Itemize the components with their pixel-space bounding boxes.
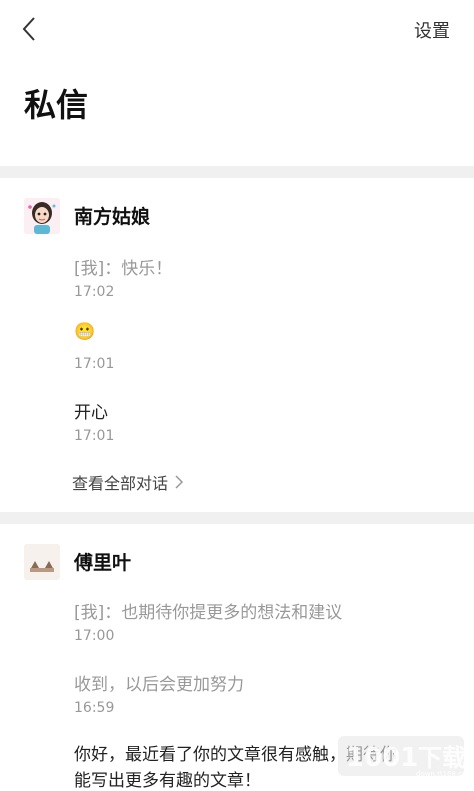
back-button[interactable]: [14, 14, 44, 44]
message-text: 能写出更多有趣的文章！: [74, 766, 261, 791]
contact-name[interactable]: 南方姑娘: [74, 202, 150, 229]
view-all-conversation-link[interactable]: 查看全部对话: [72, 470, 184, 494]
settings-button[interactable]: 设置: [414, 17, 450, 43]
girl-avatar-icon: [24, 198, 60, 234]
chevron-right-icon: [174, 475, 184, 489]
conversation-card[interactable]: 南方姑娘 [我]：快乐！ 17:02 😬 17:01 开心 17:01 查看全部…: [0, 198, 474, 508]
section-divider: [0, 512, 474, 524]
message-emoji: 😬: [74, 322, 95, 342]
message-time: 16:59: [74, 700, 114, 716]
avatar[interactable]: [24, 198, 60, 234]
message-time: 17:02: [74, 284, 114, 300]
message-text: 你好，最近看了你的文章很有感触，期待你: [74, 740, 397, 765]
message-text: [我]：也期待你提更多的想法和建议: [74, 598, 342, 623]
message-text: 开心: [74, 398, 108, 423]
chevron-left-icon: [21, 16, 37, 42]
view-all-label: 查看全部对话: [72, 470, 168, 494]
contact-name[interactable]: 傅里叶: [74, 548, 131, 575]
message-time: 17:01: [74, 428, 114, 444]
top-bar: 设置: [0, 0, 474, 60]
conversation-card[interactable]: 傅里叶 [我]：也期待你提更多的想法和建议 17:00 收到，以后会更加努力 1…: [0, 544, 474, 790]
page-title: 私信: [24, 80, 88, 126]
avatar[interactable]: [24, 544, 60, 580]
cat-avatar-icon: [24, 544, 60, 580]
section-divider: [0, 166, 474, 178]
message-text: [我]：快乐！: [74, 254, 172, 279]
message-time: 17:01: [74, 356, 114, 372]
message-time: 17:00: [74, 628, 114, 644]
message-text: 收到，以后会更加努力: [74, 670, 244, 695]
